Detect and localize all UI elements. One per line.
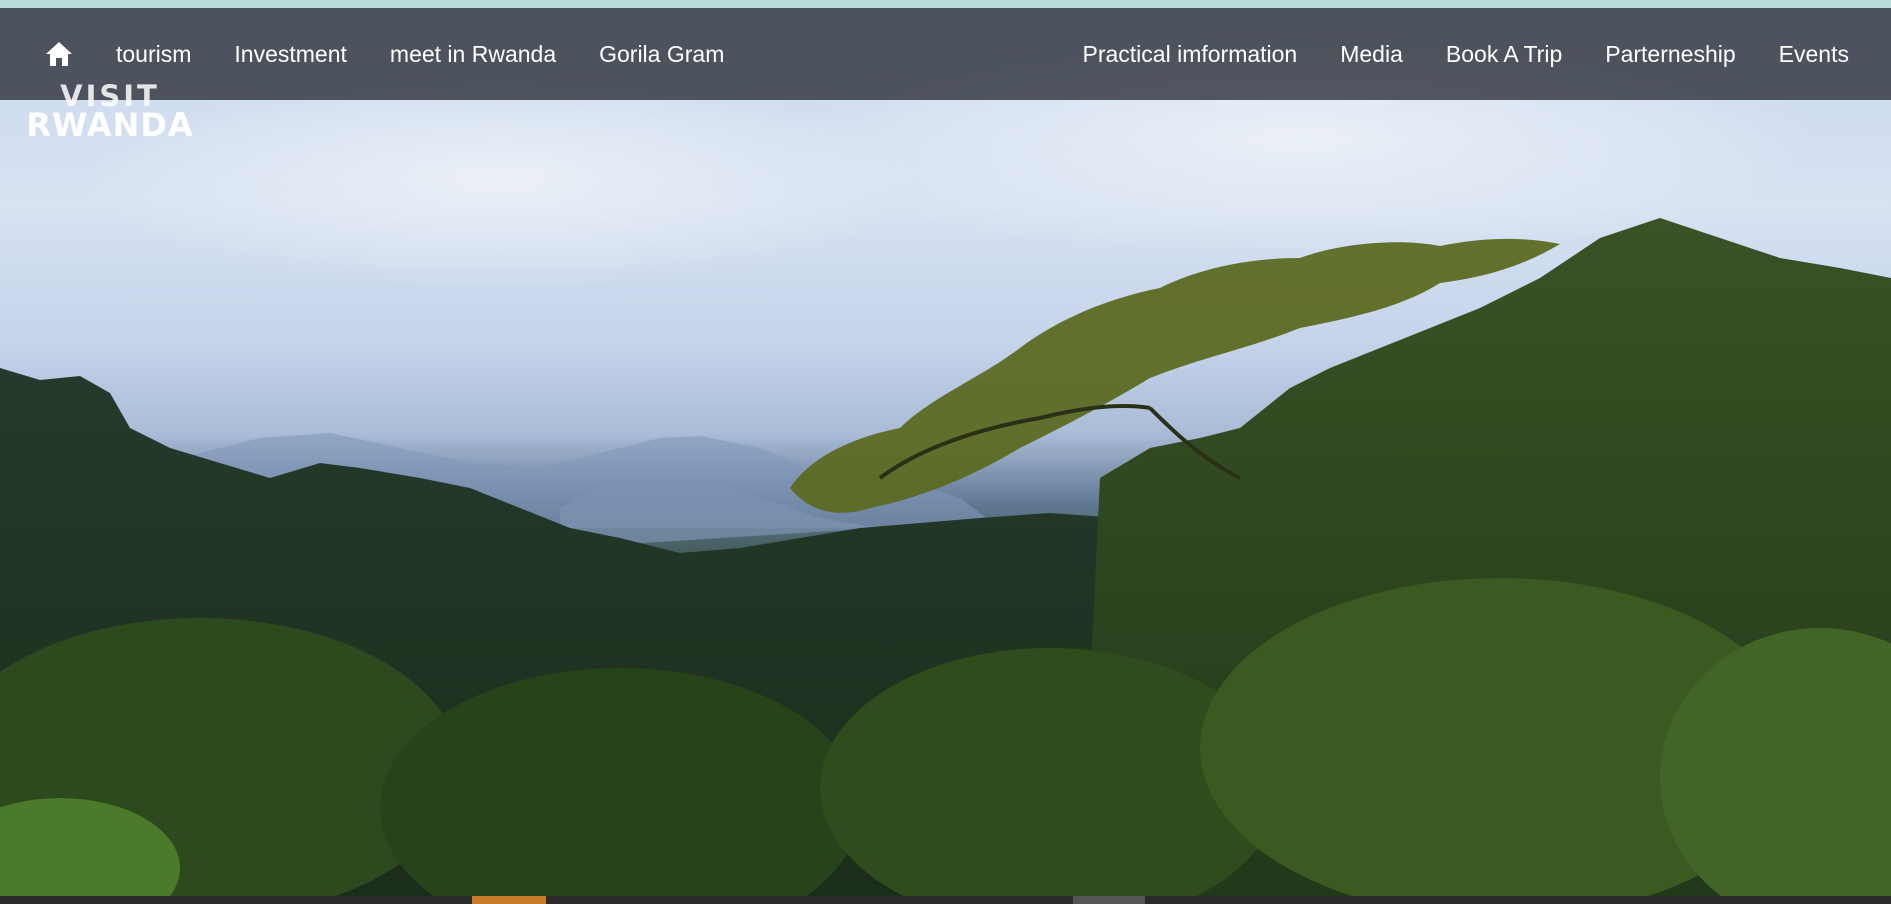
nav-link-practical-information[interactable]: Practical imformation [1083, 41, 1298, 68]
nav-link-media[interactable]: Media [1340, 41, 1403, 68]
top-accent-strip [0, 0, 1891, 8]
nav-link-book-a-trip[interactable]: Book A Trip [1446, 41, 1562, 68]
nav-link-meet-in-rwanda[interactable]: meet in Rwanda [390, 41, 556, 68]
home-icon-glyph [46, 42, 72, 66]
slider-progress-track [0, 896, 1891, 904]
forest-landscape-illustration [0, 18, 1891, 896]
slider-indicator-active[interactable] [472, 896, 546, 904]
slider-indicator[interactable] [1073, 896, 1145, 904]
nav-link-partnership[interactable]: Parterneship [1605, 41, 1735, 68]
home-icon[interactable] [44, 39, 74, 69]
hero-background-image [0, 8, 1891, 896]
visit-rwanda-logo[interactable]: VISIT RWANDA [20, 82, 200, 144]
nav-link-investment[interactable]: Investment [234, 41, 347, 68]
logo-line-rwanda: RWANDA [26, 106, 194, 144]
main-navigation-bar: tourism Investment meet in Rwanda Gorila… [0, 8, 1891, 100]
nav-right-group: Practical imformation Media Book A Trip … [1040, 8, 1850, 100]
nav-link-tourism[interactable]: tourism [116, 41, 191, 68]
nav-link-events[interactable]: Events [1779, 41, 1849, 68]
nav-link-gorila-gram[interactable]: Gorila Gram [599, 41, 724, 68]
